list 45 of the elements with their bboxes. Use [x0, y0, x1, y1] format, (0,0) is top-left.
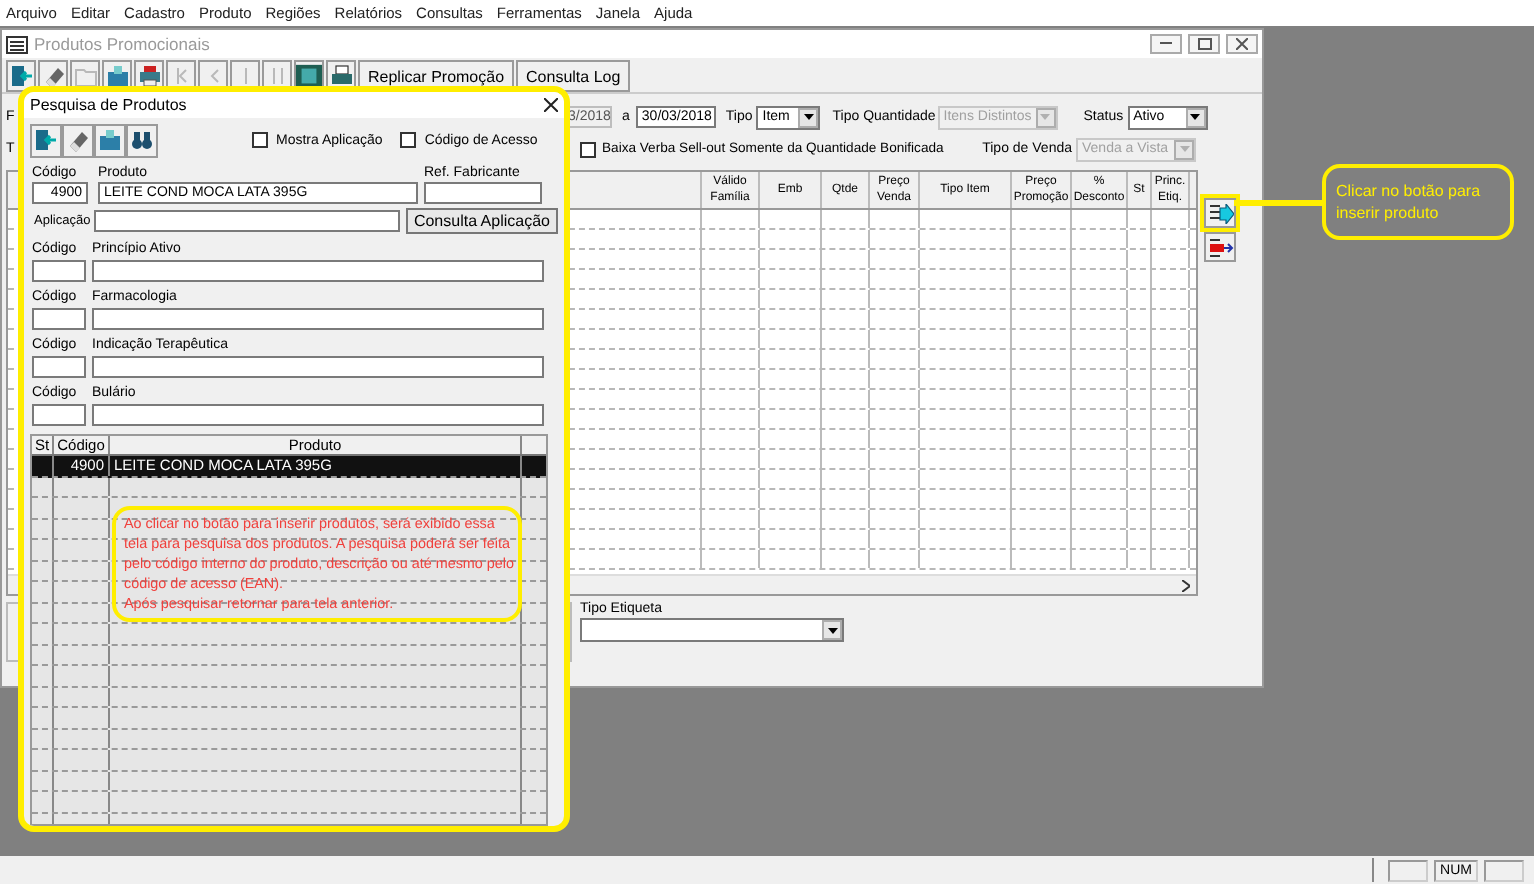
eraser-icon: [66, 128, 90, 153]
consulta-aplicacao-button[interactable]: Consulta Aplicação: [405, 207, 558, 234]
input-field[interactable]: [92, 307, 544, 330]
restore-button[interactable]: [1188, 34, 1220, 54]
remove-product-button[interactable]: [1204, 232, 1236, 262]
input-field[interactable]: [94, 209, 400, 232]
leader-line: [1234, 199, 1322, 205]
code-field[interactable]: [32, 355, 86, 378]
binoculars-icon: [130, 128, 154, 153]
card-icon: [105, 64, 129, 88]
toolbar-button[interactable]: Consulta Log: [516, 60, 631, 92]
insert-product-button[interactable]: [1204, 198, 1236, 228]
scroll-right-icon[interactable]: [1182, 579, 1190, 591]
code-field[interactable]: [32, 259, 86, 282]
close-icon[interactable]: [544, 97, 558, 112]
checkbox[interactable]: [252, 132, 268, 149]
dialog-title: Pesquisa de Produtos: [30, 95, 187, 114]
toolbar-button[interactable]: [94, 123, 126, 158]
window-title: Produtos Promocionais: [34, 34, 212, 54]
input-field[interactable]: [92, 355, 544, 378]
input-field[interactable]: [424, 181, 542, 204]
printer-icon: [329, 64, 353, 88]
restore-icon: [1197, 38, 1211, 50]
close-button[interactable]: [1226, 34, 1258, 54]
close-icon: [1236, 38, 1248, 50]
minimize-button[interactable]: [1150, 34, 1182, 54]
card-icon: [98, 128, 122, 153]
toolbar-button[interactable]: [126, 123, 158, 158]
input-field[interactable]: [92, 403, 544, 426]
toolbar-button[interactable]: [62, 123, 94, 158]
film-icon: [296, 64, 322, 88]
code-field[interactable]: [32, 403, 86, 426]
checkbox[interactable]: [400, 132, 417, 149]
callout-text: Clicar no botão para inserir produto: [1322, 164, 1514, 240]
status-panel: [1388, 859, 1429, 881]
door-icon: [9, 64, 33, 88]
toolbar-button[interactable]: [30, 123, 62, 158]
dropdown[interactable]: [580, 618, 844, 642]
status-panel: [1484, 859, 1524, 881]
door-icon: [34, 128, 58, 153]
input-field[interactable]: [92, 259, 544, 282]
toolbar-button[interactable]: [6, 60, 36, 92]
checkbox[interactable]: [580, 141, 596, 157]
minimize-icon: [1160, 42, 1172, 46]
code-field[interactable]: [32, 307, 86, 330]
